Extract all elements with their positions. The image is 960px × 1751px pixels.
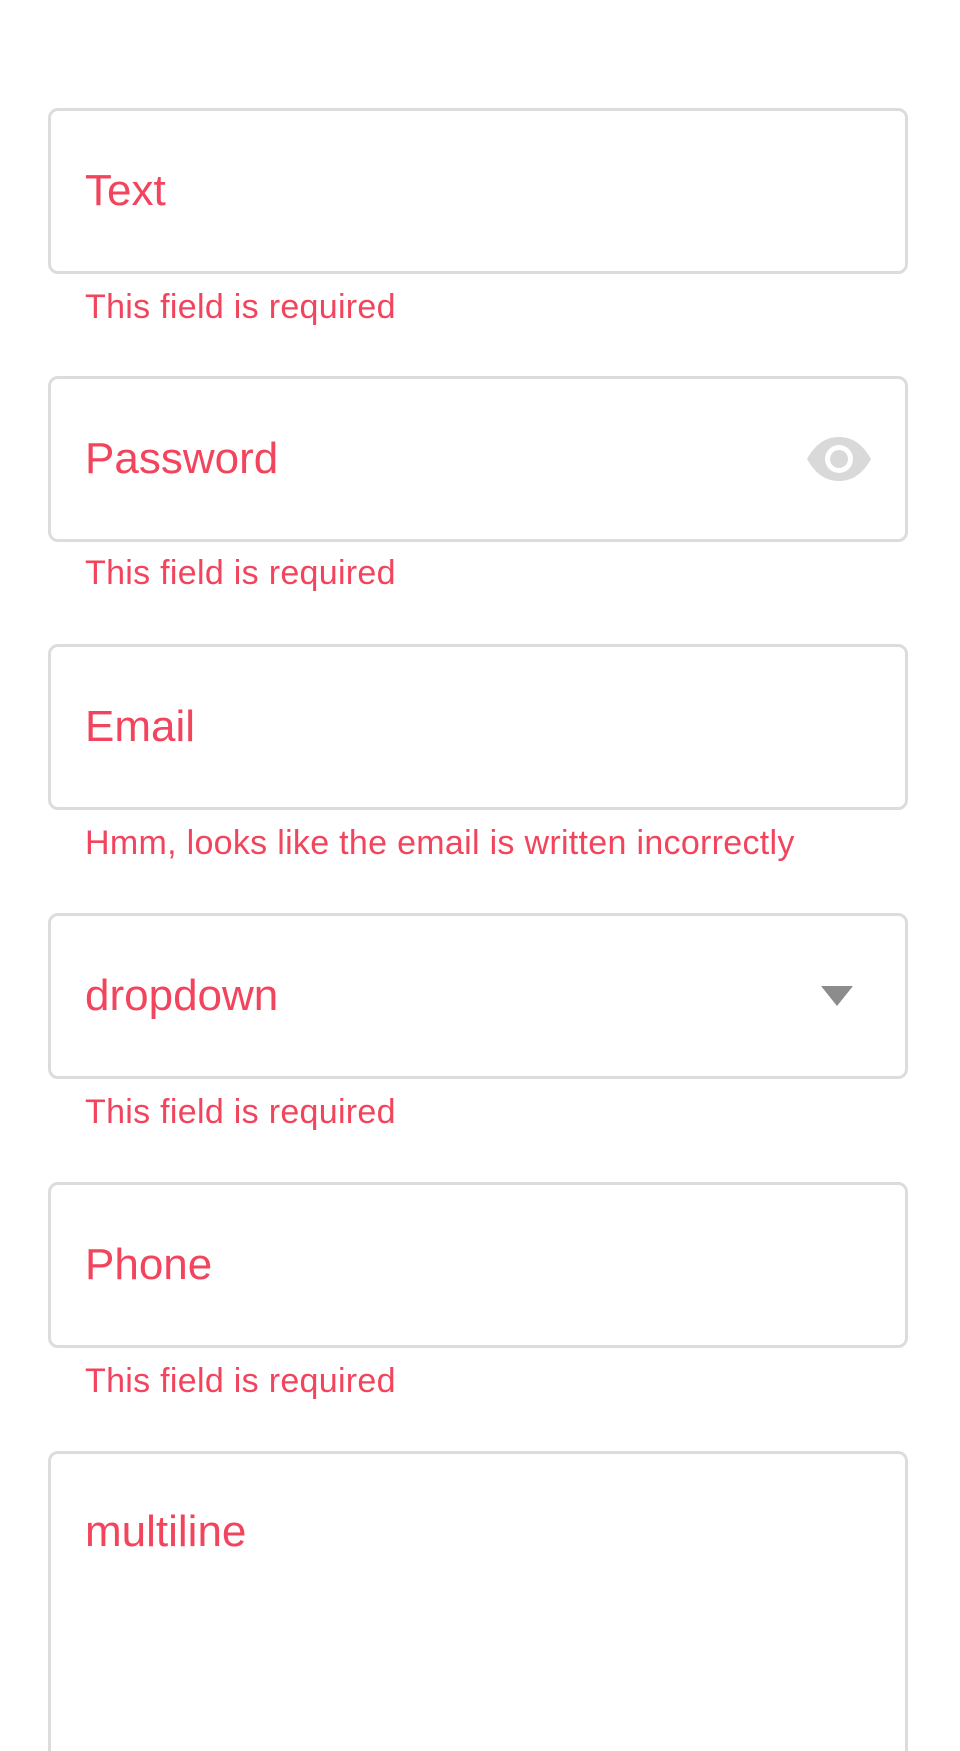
phone-input-placeholder: Phone <box>85 1240 213 1289</box>
multiline-textarea-placeholder: multiline <box>85 1507 247 1556</box>
email-input-error: Hmm, looks like the email is written inc… <box>85 824 795 862</box>
text-input-error: This field is required <box>85 288 396 326</box>
dropdown-select-placeholder: dropdown <box>85 971 279 1020</box>
text-input[interactable]: Text <box>48 108 908 274</box>
email-input-placeholder: Email <box>85 702 196 751</box>
password-input-placeholder: Password <box>85 434 279 483</box>
dropdown-select-error: This field is required <box>85 1093 396 1131</box>
email-input[interactable]: Email <box>48 644 908 810</box>
chevron-down-icon <box>821 986 853 1006</box>
phone-input[interactable]: Phone <box>48 1182 908 1348</box>
phone-input-error: This field is required <box>85 1362 396 1400</box>
eye-icon[interactable] <box>805 435 873 483</box>
dropdown-select[interactable]: dropdown <box>48 913 908 1079</box>
password-input-error: This field is required <box>85 554 396 592</box>
text-input-placeholder: Text <box>85 166 166 215</box>
password-input[interactable]: Password <box>48 376 908 542</box>
multiline-textarea[interactable]: multiline <box>48 1451 908 1751</box>
